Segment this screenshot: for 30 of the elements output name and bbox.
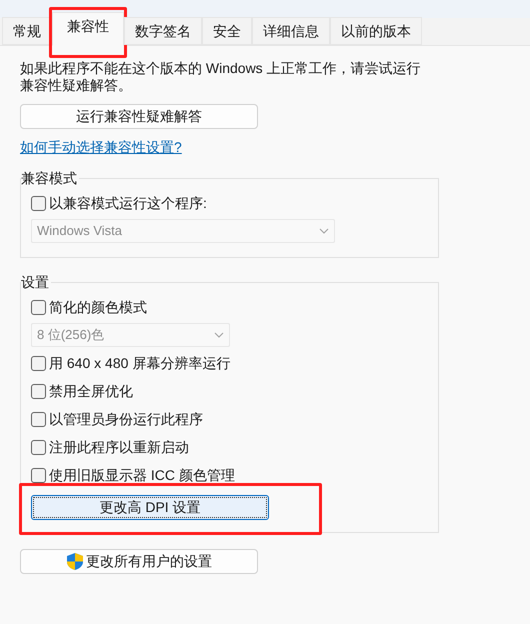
tab[interactable]: 数字签名 — [124, 17, 202, 45]
group-title: 兼容模式 — [21, 169, 78, 188]
checkbox[interactable] — [31, 468, 46, 482]
checkbox-label: 简化的颜色模式 — [49, 298, 147, 316]
tab[interactable]: 兼容性 — [52, 12, 124, 46]
troubleshoot-button[interactable]: 运行兼容性疑难解答 — [20, 104, 258, 129]
all-users-settings-button[interactable]: 更改所有用户的设置 — [20, 549, 258, 574]
chevron-down-icon — [319, 228, 329, 234]
checkbox[interactable] — [31, 300, 46, 314]
tab[interactable]: 安全 — [202, 17, 252, 45]
checkbox-label: 以兼容模式运行这个程序: — [49, 194, 207, 212]
tab[interactable]: 常规 — [2, 17, 52, 45]
group-title: 设置 — [21, 273, 50, 292]
checkbox[interactable] — [31, 196, 46, 210]
checkbox-label: 使用旧版显示器 ICC 颜色管理 — [49, 466, 235, 484]
description-text: 如果此程序不能在这个版本的 Windows 上正常工作，请尝试运行兼容性疑难解答。 — [20, 60, 422, 94]
checkbox-label: 禁用全屏优化 — [49, 382, 133, 400]
shield-icon — [66, 552, 84, 571]
checkbox[interactable] — [31, 412, 46, 426]
checkbox-label: 注册此程序以重新启动 — [49, 438, 189, 456]
checkbox[interactable] — [31, 384, 46, 398]
checkbox[interactable] — [31, 440, 46, 454]
tab[interactable]: 详细信息 — [252, 17, 330, 45]
checkbox[interactable] — [31, 356, 46, 370]
dpi-settings-button[interactable]: 更改高 DPI 设置 — [31, 495, 269, 520]
checkbox-label: 以管理员身份运行此程序 — [49, 410, 203, 428]
checkbox-label: 用 640 x 480 屏幕分辨率运行 — [49, 354, 230, 372]
chevron-down-icon — [214, 332, 224, 338]
help-link[interactable]: 如何手动选择兼容性设置? — [20, 137, 182, 158]
tab[interactable]: 以前的版本 — [330, 17, 422, 45]
